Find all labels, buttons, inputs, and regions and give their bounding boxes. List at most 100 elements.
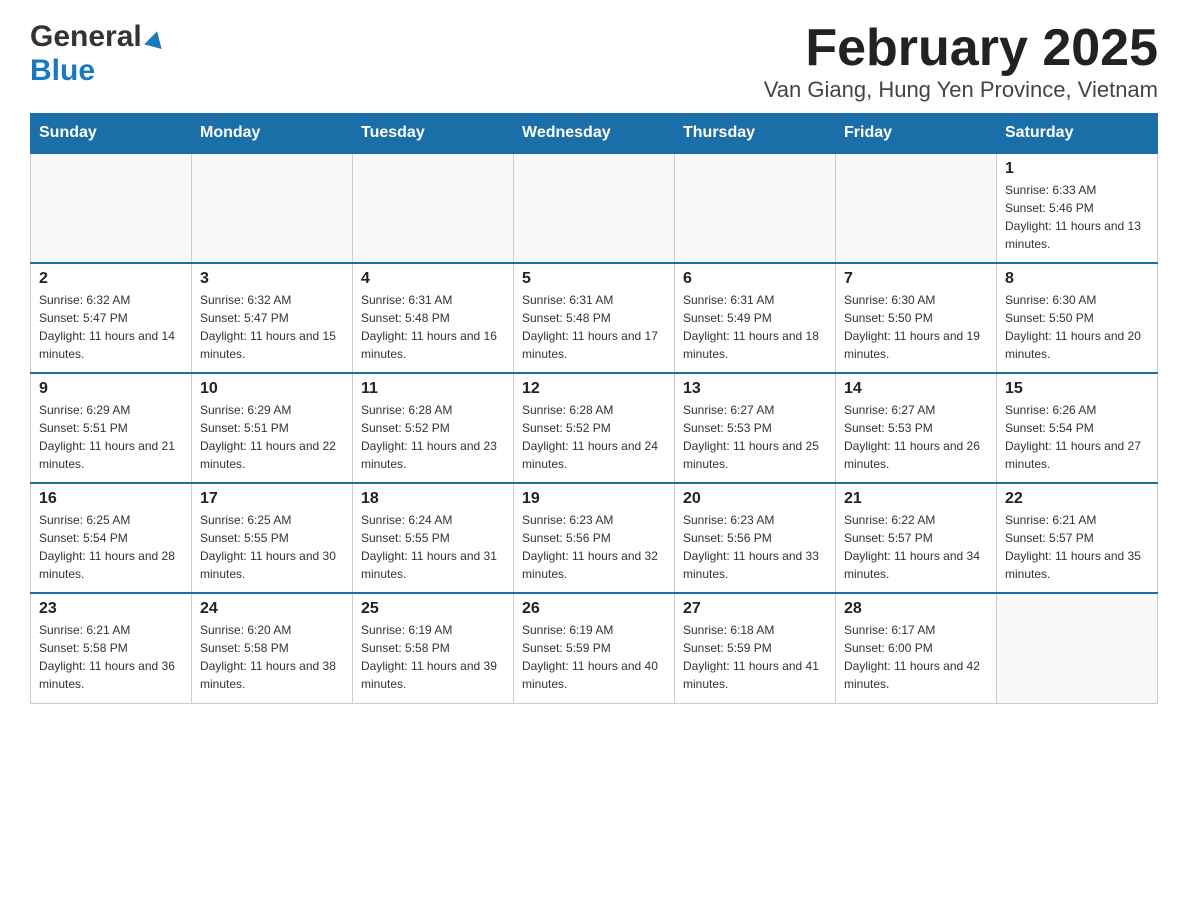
day-number: 22 — [1005, 490, 1149, 508]
calendar-day-cell — [192, 153, 353, 263]
day-number: 27 — [683, 600, 827, 618]
calendar-day-cell: 6 Sunrise: 6:31 AMSunset: 5:49 PMDaylight… — [675, 263, 836, 373]
day-of-week-header: Tuesday — [353, 114, 514, 154]
calendar-day-cell: 14Sunrise: 6:27 AMSunset: 5:53 PMDayligh… — [836, 373, 997, 483]
calendar-day-cell: 20 Sunrise: 6:23 AMSunset: 5:56 PMDayligh… — [675, 483, 836, 593]
day-number: 21 — [844, 490, 988, 508]
calendar-day-cell: 28 Sunrise: 6:17 AMSunset: 6:00 PMDayligh… — [836, 593, 997, 703]
calendar-day-cell: 17 Sunrise: 6:25 AMSunset: 5:55 PMDayligh… — [192, 483, 353, 593]
day-info: Sunrise: 6:27 AMSunset: 5:53 PMDaylight:… — [844, 401, 988, 473]
day-number: 25 — [361, 600, 505, 618]
day-info: Sunrise: 6:25 AMSunset: 5:54 PMDaylight:… — [39, 511, 183, 583]
day-of-week-header: Thursday — [675, 114, 836, 154]
logo: General Blue — [30, 20, 164, 88]
calendar-day-cell: 16 Sunrise: 6:25 AMSunset: 5:54 PMDayligh… — [31, 483, 192, 593]
day-info: Sunrise: 6:32 AMSunset: 5:47 PMDaylight:… — [39, 291, 183, 363]
day-number: 10 — [200, 380, 344, 398]
calendar-day-cell: 1 Sunrise: 6:33 AMSunset: 5:46 PMDaylight… — [997, 153, 1158, 263]
calendar-day-cell — [675, 153, 836, 263]
day-info: Sunrise: 6:22 AMSunset: 5:57 PMDaylight:… — [844, 511, 988, 583]
calendar-header-row: SundayMondayTuesdayWednesdayThursdayFrid… — [31, 114, 1158, 154]
calendar-day-cell: 21 Sunrise: 6:22 AMSunset: 5:57 PMDayligh… — [836, 483, 997, 593]
day-info: Sunrise: 6:32 AMSunset: 5:47 PMDaylight:… — [200, 291, 344, 363]
calendar-week-row: 16 Sunrise: 6:25 AMSunset: 5:54 PMDayligh… — [31, 483, 1158, 593]
day-info: Sunrise: 6:30 AMSunset: 5:50 PMDaylight:… — [844, 291, 988, 363]
calendar-day-cell: 5Sunrise: 6:31 AMSunset: 5:48 PMDaylight… — [514, 263, 675, 373]
calendar-day-cell — [997, 593, 1158, 703]
day-number: 3 — [200, 270, 344, 288]
calendar-day-cell: 22 Sunrise: 6:21 AMSunset: 5:57 PMDayligh… — [997, 483, 1158, 593]
day-number: 20 — [683, 490, 827, 508]
calendar-day-cell: 24Sunrise: 6:20 AMSunset: 5:58 PMDayligh… — [192, 593, 353, 703]
day-number: 11 — [361, 380, 505, 398]
logo-general-text: General — [30, 20, 142, 54]
calendar-subtitle: Van Giang, Hung Yen Province, Vietnam — [764, 77, 1158, 103]
calendar-day-cell — [353, 153, 514, 263]
day-info: Sunrise: 6:21 AMSunset: 5:57 PMDaylight:… — [1005, 511, 1149, 583]
day-info: Sunrise: 6:31 AMSunset: 5:48 PMDaylight:… — [361, 291, 505, 363]
calendar-title: February 2025 — [764, 20, 1158, 77]
day-info: Sunrise: 6:23 AMSunset: 5:56 PMDaylight:… — [683, 511, 827, 583]
day-info: Sunrise: 6:33 AMSunset: 5:46 PMDaylight:… — [1005, 181, 1149, 253]
day-number: 18 — [361, 490, 505, 508]
day-info: Sunrise: 6:27 AMSunset: 5:53 PMDaylight:… — [683, 401, 827, 473]
day-number: 9 — [39, 380, 183, 398]
calendar-table: SundayMondayTuesdayWednesdayThursdayFrid… — [30, 113, 1158, 704]
calendar-day-cell: 18 Sunrise: 6:24 AMSunset: 5:55 PMDayligh… — [353, 483, 514, 593]
calendar-day-cell: 27 Sunrise: 6:18 AMSunset: 5:59 PMDayligh… — [675, 593, 836, 703]
day-of-week-header: Wednesday — [514, 114, 675, 154]
day-of-week-header: Sunday — [31, 114, 192, 154]
calendar-week-row: 9 Sunrise: 6:29 AMSunset: 5:51 PMDaylight… — [31, 373, 1158, 483]
calendar-day-cell — [514, 153, 675, 263]
day-number: 16 — [39, 490, 183, 508]
day-number: 26 — [522, 600, 666, 618]
day-info: Sunrise: 6:24 AMSunset: 5:55 PMDaylight:… — [361, 511, 505, 583]
calendar-week-row: 2 Sunrise: 6:32 AMSunset: 5:47 PMDaylight… — [31, 263, 1158, 373]
day-info: Sunrise: 6:23 AMSunset: 5:56 PMDaylight:… — [522, 511, 666, 583]
day-of-week-header: Monday — [192, 114, 353, 154]
day-number: 23 — [39, 600, 183, 618]
day-info: Sunrise: 6:29 AMSunset: 5:51 PMDaylight:… — [200, 401, 344, 473]
calendar-day-cell — [31, 153, 192, 263]
calendar-week-row: 1 Sunrise: 6:33 AMSunset: 5:46 PMDaylight… — [31, 153, 1158, 263]
day-info: Sunrise: 6:21 AMSunset: 5:58 PMDaylight:… — [39, 621, 183, 693]
calendar-day-cell: 8Sunrise: 6:30 AMSunset: 5:50 PMDaylight… — [997, 263, 1158, 373]
day-number: 7 — [844, 270, 988, 288]
day-info: Sunrise: 6:25 AMSunset: 5:55 PMDaylight:… — [200, 511, 344, 583]
calendar-day-cell: 10 Sunrise: 6:29 AMSunset: 5:51 PMDayligh… — [192, 373, 353, 483]
day-info: Sunrise: 6:26 AMSunset: 5:54 PMDaylight:… — [1005, 401, 1149, 473]
day-number: 6 — [683, 270, 827, 288]
day-info: Sunrise: 6:31 AMSunset: 5:49 PMDaylight:… — [683, 291, 827, 363]
day-of-week-header: Saturday — [997, 114, 1158, 154]
day-number: 17 — [200, 490, 344, 508]
day-info: Sunrise: 6:19 AMSunset: 5:59 PMDaylight:… — [522, 621, 666, 693]
day-number: 15 — [1005, 380, 1149, 398]
calendar-week-row: 23 Sunrise: 6:21 AMSunset: 5:58 PMDayligh… — [31, 593, 1158, 703]
calendar-day-cell: 2 Sunrise: 6:32 AMSunset: 5:47 PMDaylight… — [31, 263, 192, 373]
calendar-day-cell: 23 Sunrise: 6:21 AMSunset: 5:58 PMDayligh… — [31, 593, 192, 703]
day-number: 4 — [361, 270, 505, 288]
day-number: 2 — [39, 270, 183, 288]
logo-blue-text: Blue — [30, 54, 95, 88]
calendar-day-cell: 15 Sunrise: 6:26 AMSunset: 5:54 PMDayligh… — [997, 373, 1158, 483]
day-info: Sunrise: 6:29 AMSunset: 5:51 PMDaylight:… — [39, 401, 183, 473]
calendar-day-cell: 3 Sunrise: 6:32 AMSunset: 5:47 PMDaylight… — [192, 263, 353, 373]
calendar-day-cell: 4 Sunrise: 6:31 AMSunset: 5:48 PMDaylight… — [353, 263, 514, 373]
day-info: Sunrise: 6:28 AMSunset: 5:52 PMDaylight:… — [361, 401, 505, 473]
calendar-day-cell: 9 Sunrise: 6:29 AMSunset: 5:51 PMDaylight… — [31, 373, 192, 483]
day-number: 13 — [683, 380, 827, 398]
day-of-week-header: Friday — [836, 114, 997, 154]
day-info: Sunrise: 6:18 AMSunset: 5:59 PMDaylight:… — [683, 621, 827, 693]
calendar-day-cell: 19 Sunrise: 6:23 AMSunset: 5:56 PMDayligh… — [514, 483, 675, 593]
day-info: Sunrise: 6:17 AMSunset: 6:00 PMDaylight:… — [844, 621, 988, 693]
calendar-day-cell: 11 Sunrise: 6:28 AMSunset: 5:52 PMDayligh… — [353, 373, 514, 483]
day-number: 12 — [522, 380, 666, 398]
day-number: 28 — [844, 600, 988, 618]
day-number: 1 — [1005, 160, 1149, 178]
page-header: General Blue February 2025 Van Giang, Hu… — [30, 20, 1158, 103]
calendar-day-cell: 13 Sunrise: 6:27 AMSunset: 5:53 PMDayligh… — [675, 373, 836, 483]
logo-triangle-icon — [144, 29, 166, 49]
day-number: 19 — [522, 490, 666, 508]
day-info: Sunrise: 6:19 AMSunset: 5:58 PMDaylight:… — [361, 621, 505, 693]
title-block: February 2025 Van Giang, Hung Yen Provin… — [764, 20, 1158, 103]
